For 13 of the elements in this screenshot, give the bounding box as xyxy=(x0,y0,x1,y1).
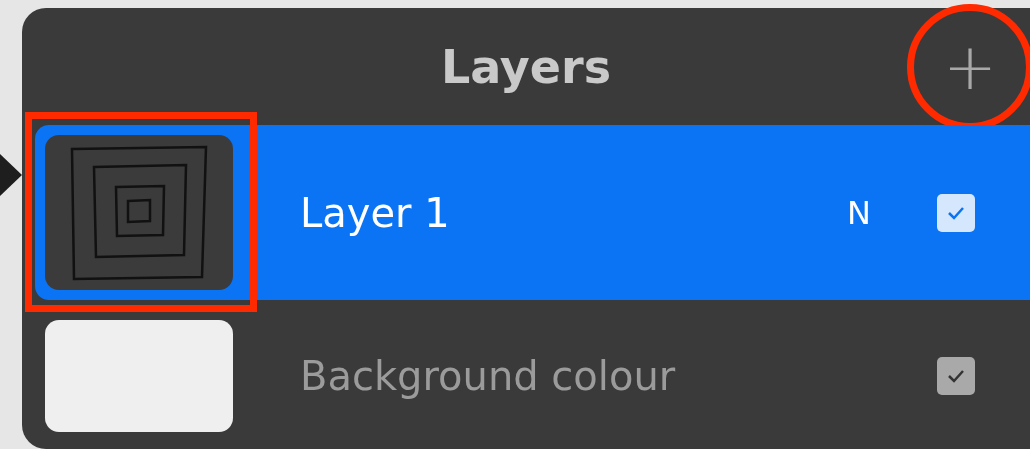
visibility-checkbox[interactable] xyxy=(937,193,975,232)
layer-row[interactable]: Background colour xyxy=(35,308,1030,443)
check-icon xyxy=(947,205,965,220)
layer-name: Background colour xyxy=(300,352,677,399)
layer-thumbnail[interactable] xyxy=(45,135,233,290)
panel-title: Layers xyxy=(440,39,612,94)
layer-row[interactable]: Layer 1 N xyxy=(35,125,1030,300)
check-icon xyxy=(947,368,965,383)
add-layer-button[interactable]: + xyxy=(942,38,998,95)
colour-swatch[interactable] xyxy=(45,319,233,432)
layer-name: Layer 1 xyxy=(300,189,451,236)
visibility-checkbox[interactable] xyxy=(937,356,975,395)
blend-mode-button[interactable]: N xyxy=(847,193,871,232)
